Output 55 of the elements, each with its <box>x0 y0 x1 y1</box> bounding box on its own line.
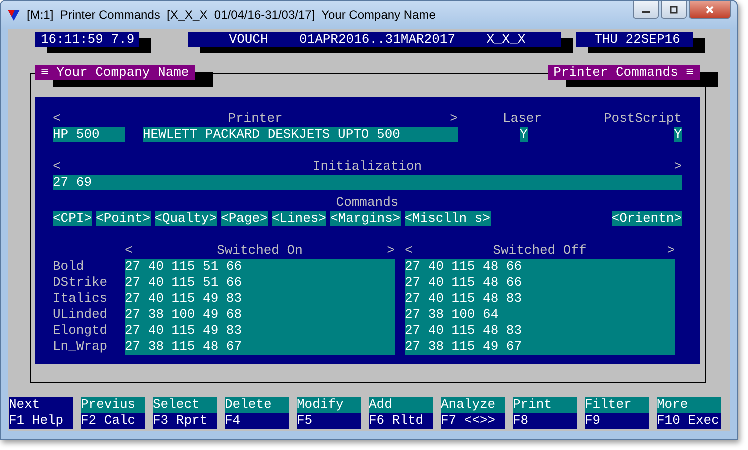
switched-off-field[interactable]: 27 40 115 48 83 <box>405 291 675 307</box>
command-button[interactable]: <Lines> <box>272 211 326 226</box>
scroll-right-label: > <box>450 111 458 127</box>
scroll-right-label: > <box>674 159 682 175</box>
switched-on-field[interactable]: 27 40 115 49 83 <box>125 323 395 339</box>
command-button[interactable]: <CPI> <box>53 211 92 226</box>
command-button[interactable]: <Page> <box>221 211 268 226</box>
minimize-button[interactable] <box>633 1 659 19</box>
switched-off-field[interactable]: 27 40 115 48 66 <box>405 275 675 291</box>
command-button[interactable]: <Margins> <box>330 211 401 226</box>
switched-on-field[interactable]: 27 40 115 49 83 <box>125 291 395 307</box>
attribute-label: Italics <box>53 291 109 307</box>
date-label: THU 22SEP16 <box>576 32 693 47</box>
attribute-label: Ln_Wrap <box>53 339 109 355</box>
attribute-label: ULinded <box>53 307 109 323</box>
commands-label: Commands <box>336 195 399 211</box>
close-icon <box>705 4 715 14</box>
switched-off-header: < Switched Off > <box>405 243 675 259</box>
command-button[interactable]: <Orientn> <box>612 211 682 226</box>
triangle-icon <box>7 8 21 22</box>
maximize-icon <box>669 4 679 14</box>
attribute-label: Bold <box>53 259 86 275</box>
switched-on-field[interactable]: 27 40 115 51 66 <box>125 275 395 291</box>
printer-code-field[interactable]: HP 500 <box>53 127 125 142</box>
printer-name-field[interactable]: HEWLETT PACKARD DESKJETS UPTO 500 <box>143 127 458 142</box>
printer-label: Printer <box>228 111 283 127</box>
close-button[interactable] <box>689 1 731 19</box>
postscript-label: PostScript <box>604 111 682 127</box>
scroll-left-label: < <box>53 159 61 175</box>
switched-on-field[interactable]: 27 40 115 51 66 <box>125 259 395 275</box>
initialization-label: Initialization <box>312 159 422 175</box>
command-button[interactable]: <Qualty> <box>154 211 218 226</box>
switched-on-header: < Switched On > <box>125 243 395 259</box>
switched-on-field[interactable]: 27 38 115 48 67 <box>125 339 395 355</box>
attribute-label: DStrike <box>53 275 109 291</box>
clock-label: 16:11:59 7.9 <box>35 32 139 47</box>
switched-on-field[interactable]: 27 38 100 49 68 <box>125 307 395 323</box>
laser-label: Laser <box>503 111 542 127</box>
postscript-field[interactable]: Y <box>674 127 682 142</box>
context-label: VOUCH 01APR2016..31MAR2017 X_X_X <box>188 32 561 47</box>
command-button[interactable]: <Point> <box>96 211 151 226</box>
company-title: ≡ Your Company Name <box>35 65 196 80</box>
command-button[interactable]: <Misclln s> <box>404 211 491 226</box>
switched-off-field[interactable]: 27 38 115 49 67 <box>405 339 675 355</box>
window-title: [M:1] Printer Commands [X_X_X 01/04/16-31/03/17] Your Company Name <box>27 8 436 22</box>
switched-off-field[interactable]: 27 40 115 48 66 <box>405 259 675 275</box>
switched-off-field[interactable]: 27 38 100 64 <box>405 307 675 323</box>
scroll-left-label: < <box>53 111 61 127</box>
maximize-button[interactable] <box>661 1 687 19</box>
laser-field[interactable]: Y <box>520 127 528 142</box>
screen-title: Printer Commands ≡ <box>548 65 700 80</box>
switched-off-field[interactable]: 27 40 115 48 83 <box>405 323 675 339</box>
minimize-icon <box>642 11 650 13</box>
attribute-label: Elongtd <box>53 323 109 339</box>
initialization-field[interactable]: 27 69 <box>53 175 682 190</box>
